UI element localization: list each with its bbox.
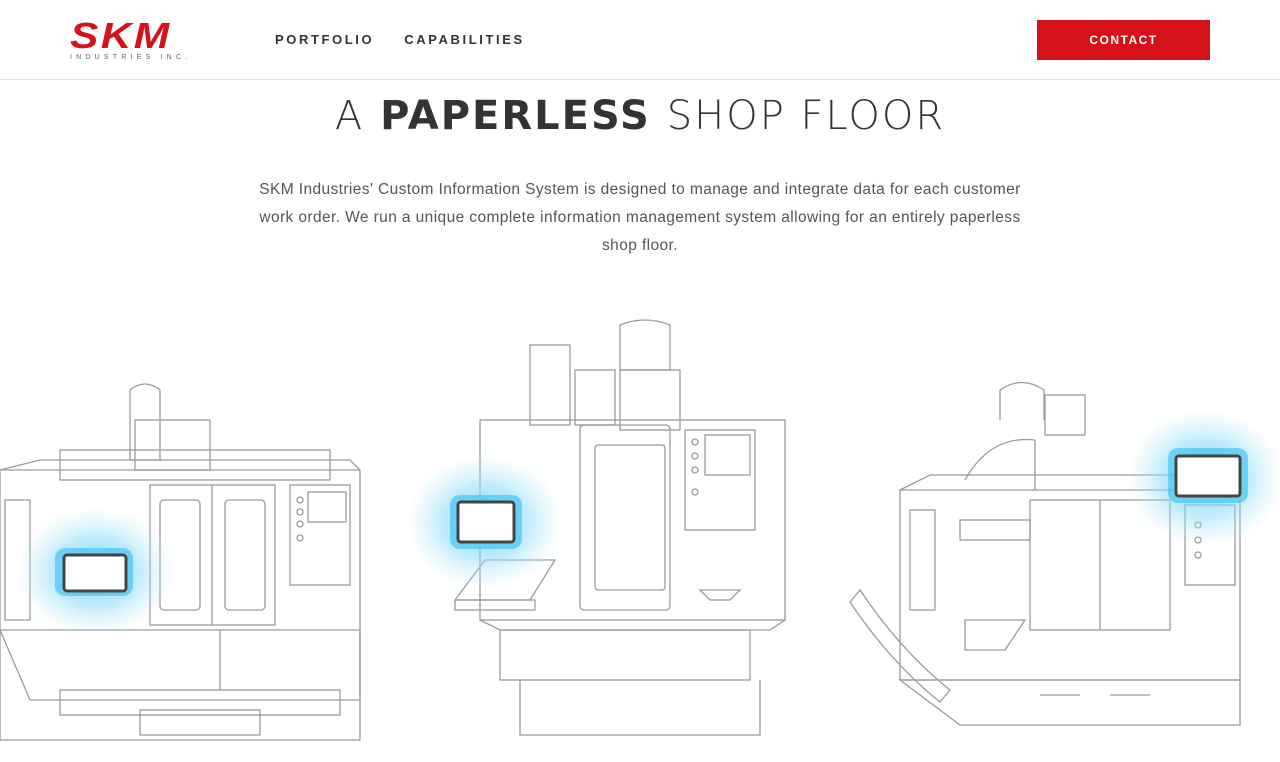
right-tablet-glow <box>1125 408 1280 548</box>
logo-wordmark: SKM <box>70 15 172 56</box>
intro-paragraph: SKM Industries' Custom Information Syste… <box>259 181 1021 254</box>
title-prefix: A <box>334 93 365 139</box>
center-tablet-glow <box>405 454 565 590</box>
site-header: SKM INDUSTRIES INC. PORTFOLIO CAPABILITI… <box>0 0 1280 80</box>
nav-item-capabilities[interactable]: CAPABILITIES <box>404 32 525 47</box>
title-bold: PAPERLESS <box>380 93 651 139</box>
skm-logo[interactable]: SKM INDUSTRIES INC. <box>70 18 226 62</box>
main-nav: PORTFOLIO CAPABILITIES <box>275 32 525 47</box>
nav-item-portfolio[interactable]: PORTFOLIO <box>275 32 374 47</box>
left-tablet-glow <box>15 507 175 637</box>
page-title: A PAPERLESS SHOP FLOOR <box>0 90 1280 142</box>
contact-button[interactable]: CONTACT <box>1037 20 1210 60</box>
title-suffix: SHOP FLOOR <box>666 93 946 139</box>
cnc-machines-illustration <box>0 319 1280 741</box>
